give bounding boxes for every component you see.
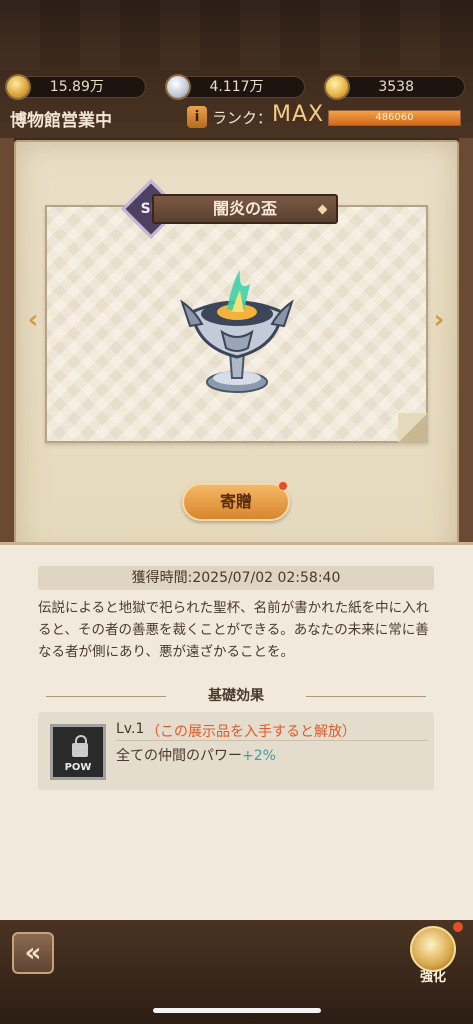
effect-description-row: 全ての仲間のパワー+2% <box>116 745 276 765</box>
silver-currency: 4.117万 <box>164 74 306 100</box>
acquired-time: 獲得時間:2025/07/02 02:58:40 <box>38 566 434 590</box>
status-row: 博物館営業中 i ランク： MAX 486060 <box>0 102 473 131</box>
effect-underline <box>116 740 428 741</box>
page-corner-fold <box>398 413 428 443</box>
medal-currency: 3538 <box>324 74 466 100</box>
enhance-button[interactable]: 強化 <box>400 924 466 986</box>
rank-progress-bar: 486060 <box>328 110 461 126</box>
section-title: 基礎効果 <box>208 688 264 704</box>
donate-notification-dot <box>278 481 288 491</box>
donate-button[interactable]: 寄贈 <box>182 483 290 521</box>
dark-flame-goblet-icon <box>172 262 302 402</box>
rank-value: MAX <box>272 102 325 127</box>
gold-coin-icon <box>5 74 31 100</box>
item-name: 闇炎の盃 <box>212 199 277 218</box>
rank-label: ランク： <box>212 109 273 127</box>
gold-amount: 15.89万 <box>49 79 104 95</box>
item-title-banner: 闇炎の盃 <box>152 194 338 224</box>
side-frame-left <box>0 138 14 548</box>
chevron-right-icon[interactable]: › <box>426 306 452 334</box>
effect-description: 全ての仲間のパワー <box>116 748 242 764</box>
silver-coin-icon <box>164 74 191 100</box>
section-divider: 基礎効果 <box>46 686 426 706</box>
silver-amount: 4.117万 <box>209 79 264 95</box>
enhance-notification-dot <box>453 922 463 932</box>
effect-unlock-condition: （この展示品を入手すると解放） <box>146 724 356 740</box>
effect-level: Lv.1 <box>116 721 145 737</box>
medal-coin-icon <box>324 74 351 100</box>
item-description: 伝説によると地獄で祀られた聖杯、名前が書かれた紙を中に入れると、その者の善悪を裁… <box>38 600 430 660</box>
effect-bonus: +2% <box>242 748 276 764</box>
locked-effect-icon: POW <box>50 724 106 780</box>
chevron-left-icon[interactable]: ‹ <box>20 306 46 334</box>
medal-amount: 3538 <box>378 79 414 95</box>
rank-info-icon[interactable]: i <box>187 106 207 128</box>
back-button[interactable]: « <box>12 932 54 974</box>
effect-icon-label: POW <box>64 762 92 773</box>
rank-progress-text: 486060 <box>375 112 414 123</box>
museum-status: 博物館営業中 <box>10 111 112 131</box>
lock-icon <box>72 735 88 757</box>
gold-currency: 15.89万 <box>5 74 146 100</box>
currency-bar: 15.89万 4.117万 3538 <box>5 74 466 100</box>
diamond-ornament-icon <box>317 204 328 215</box>
side-frame-right <box>459 138 473 548</box>
enhance-label: 強化 <box>419 970 446 985</box>
home-indicator[interactable] <box>153 1008 321 1013</box>
